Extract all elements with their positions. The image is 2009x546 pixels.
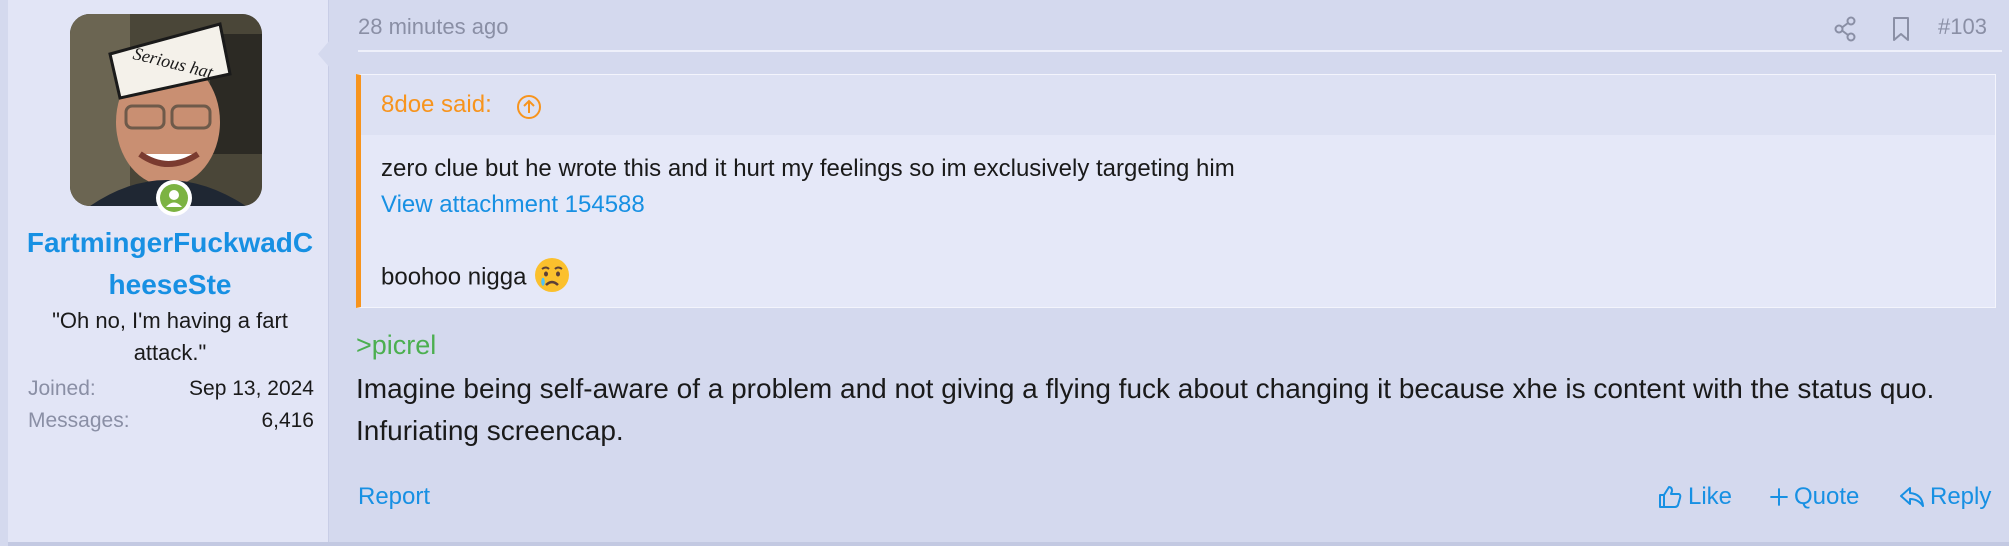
user-title: "Oh no, I'm having a fart attack." <box>52 308 288 365</box>
stat-label: Messages: <box>28 409 130 432</box>
crying-emoji <box>535 258 570 292</box>
share-icon[interactable] <box>1830 14 1860 44</box>
attachment-link[interactable]: View attachment 154588 <box>381 187 645 223</box>
plus-icon <box>1770 488 1788 506</box>
post-number[interactable]: #103 <box>1938 14 1987 40</box>
thumbs-up-icon <box>1659 486 1682 508</box>
attachment-link-text[interactable]: View attachment 154588 <box>381 191 645 218</box>
user-online-icon <box>160 184 188 212</box>
quote-header: 8doe said: <box>361 75 1995 135</box>
quote-author[interactable]: 8doe said: <box>381 91 492 119</box>
reply-icon <box>1900 487 1924 507</box>
like-label: Like <box>1688 483 1733 510</box>
greentext: >picrel <box>356 330 437 360</box>
stat-value[interactable]: 6,416 <box>261 406 314 436</box>
online-indicator <box>156 180 192 216</box>
post-main: 28 minutes ago #103 8doe said: zero clue… <box>348 0 2002 542</box>
post-bottom-edge <box>8 542 2009 546</box>
username[interactable]: FartmingerFuckwadCheeseSte <box>22 222 318 306</box>
quote-text: zero clue but he wrote this and it hurt … <box>381 155 1235 182</box>
like-button[interactable]: Like <box>1656 483 1732 511</box>
forum-post: Serious hat FartmingerFuckwadCheeseSte "… <box>8 0 2009 542</box>
quote-text-2: boohoo nigga <box>381 258 571 297</box>
arrow-up-circle-icon[interactable] <box>515 93 543 121</box>
reply-label: Reply <box>1930 483 1992 510</box>
avatar-image: Serious hat <box>70 14 262 206</box>
stat-value: Sep 13, 2024 <box>189 377 314 400</box>
quote-block: 8doe said: zero clue but he wrote this a… <box>356 74 1996 308</box>
quote-button[interactable]: Quote <box>1768 483 1859 511</box>
reply-button[interactable]: Reply <box>1898 483 1991 511</box>
stat-messages: Messages: 6,416 <box>28 406 314 436</box>
quote-label: Quote <box>1794 483 1860 510</box>
avatar[interactable]: Serious hat <box>70 14 262 206</box>
post-body: Imagine being self-aware of a problem an… <box>356 373 1935 446</box>
quote-line-3: boohoo nigga <box>381 263 527 291</box>
stat-joined: Joined: Sep 13, 2024 <box>28 374 314 404</box>
post-arrow <box>318 40 330 68</box>
post-time[interactable]: 28 minutes ago <box>358 14 508 40</box>
user-sidebar: Serious hat FartmingerFuckwadCheeseSte "… <box>8 0 329 542</box>
bookmark-icon[interactable] <box>1886 14 1916 44</box>
report-button[interactable]: Report <box>358 483 430 511</box>
header-divider <box>358 50 2002 52</box>
stat-label: Joined: <box>28 377 96 400</box>
